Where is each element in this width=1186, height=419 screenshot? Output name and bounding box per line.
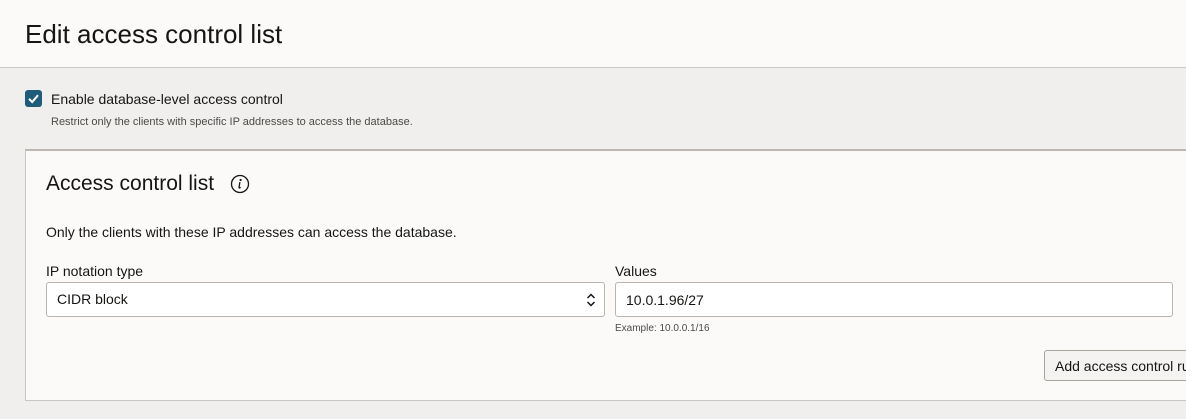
chevron-up-down-icon bbox=[586, 293, 596, 307]
enable-access-control-checkbox[interactable] bbox=[25, 90, 42, 107]
values-label: Values bbox=[615, 263, 657, 279]
access-control-list-panel: Access control list Only the clients wit… bbox=[25, 149, 1186, 401]
enable-access-control-help: Restrict only the clients with specific … bbox=[51, 116, 413, 128]
ip-notation-type-select[interactable]: CIDR block bbox=[46, 282, 605, 317]
checkmark-icon bbox=[28, 94, 39, 104]
ip-notation-type-value: CIDR block bbox=[57, 291, 128, 307]
values-hint: Example: 10.0.0.1/16 bbox=[615, 323, 710, 334]
panel-title: Access control list bbox=[46, 172, 215, 195]
info-icon[interactable] bbox=[230, 174, 250, 194]
page-title: Edit access control list bbox=[25, 19, 283, 49]
ip-notation-type-label: IP notation type bbox=[46, 263, 144, 279]
enable-access-control-label[interactable]: Enable database-level access control bbox=[51, 90, 283, 108]
values-input[interactable] bbox=[615, 282, 1173, 317]
page-header: Edit access control list bbox=[0, 0, 1186, 68]
add-access-control-rule-button[interactable]: Add access control rule bbox=[1044, 350, 1186, 381]
panel-description: Only the clients with these IP addresses… bbox=[46, 224, 457, 240]
